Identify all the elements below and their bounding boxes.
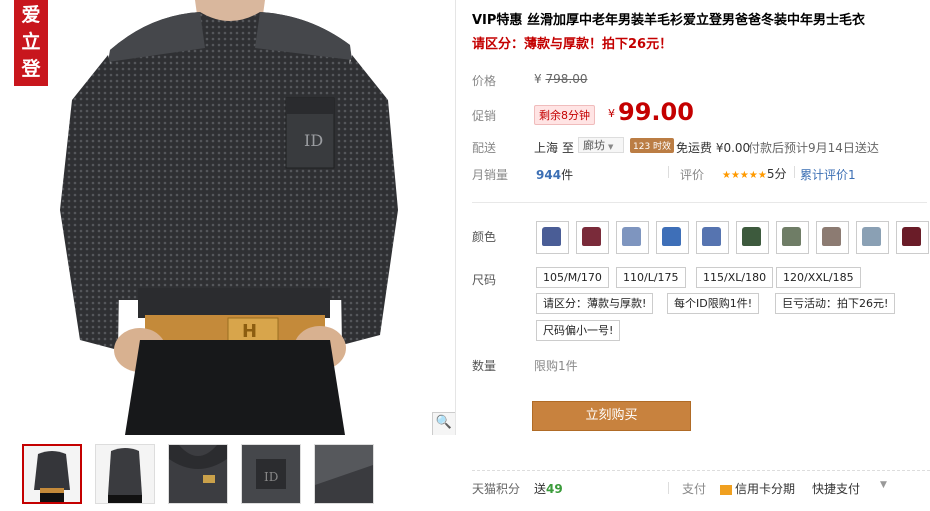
promo-price: 99.00 — [618, 98, 694, 126]
destination-select[interactable]: 廊坊 ▼ — [578, 137, 624, 153]
color-swatch[interactable] — [536, 221, 569, 254]
divider — [794, 166, 795, 178]
zoom-icon[interactable]: 🔍 — [432, 412, 455, 435]
svg-text:ID: ID — [264, 470, 278, 484]
payment-label: 支付 — [682, 482, 707, 496]
shipping-to-word: 至 — [562, 141, 575, 155]
promo-currency: ¥ — [608, 107, 615, 120]
divider — [472, 202, 927, 203]
size-option[interactable]: 请区分：薄款与厚款! — [536, 293, 654, 314]
monthly-sales: 944件 — [536, 166, 573, 183]
size-option[interactable]: 110/L/175 — [616, 267, 686, 288]
color-swatch[interactable] — [896, 221, 929, 254]
color-swatch[interactable] — [816, 221, 849, 254]
credit-card-icon — [720, 484, 732, 495]
sales-count: 944 — [536, 168, 562, 182]
sweater-thumbnail — [822, 227, 841, 246]
thumbnail-image: ID — [242, 445, 300, 503]
color-swatches — [536, 221, 929, 254]
thumbnail-3[interactable] — [168, 444, 228, 504]
countdown-badge: 剩余8分钟 — [534, 105, 595, 125]
buy-now-button[interactable]: 立刻购买 — [532, 401, 691, 431]
thumbnail-4[interactable]: ID — [241, 444, 301, 504]
star-icon: ★★★★★ — [722, 170, 767, 181]
sweater-thumbnail — [782, 227, 801, 246]
shipping-label: 配送 — [472, 141, 497, 155]
thumbnail-2[interactable] — [95, 444, 155, 504]
credit-card-option[interactable]: 信用卡分期 — [720, 480, 795, 497]
chevron-down-icon[interactable]: ▼ — [880, 480, 887, 490]
size-option[interactable]: 巨亏活动：拍下26元! — [775, 293, 896, 314]
thumbnail-1[interactable] — [22, 444, 82, 504]
size-option[interactable]: 105/M/170 — [536, 267, 609, 288]
thumbnail-image — [315, 445, 373, 503]
review-label: 评价 — [680, 168, 705, 182]
size-option[interactable]: 尺码偏小一号! — [536, 320, 621, 341]
sweater-thumbnail — [622, 227, 641, 246]
brand-tag: 爱立登 — [14, 0, 48, 86]
product-subtitle: 请区分：薄款与厚款！拍下26元！ — [472, 37, 673, 52]
credit-card-label: 信用卡分期 — [735, 482, 796, 496]
rating-score: 5分 — [766, 167, 787, 181]
sweater-thumbnail — [542, 227, 561, 246]
thumbnail-image — [96, 445, 154, 503]
original-price: ¥ 798.00 — [534, 72, 587, 86]
rating: ★★★★★5分 — [722, 165, 786, 182]
promo-price-row: 促销 剩余8分钟 ¥ 99.00 — [472, 97, 930, 130]
main-product-image[interactable]: ID H 爱立登 🔍 — [0, 0, 456, 435]
promo-label: 促销 — [472, 109, 497, 123]
thumbnail-image — [24, 446, 80, 502]
product-title: VIP特惠 丝滑加厚中老年男装羊毛衫爱立登男爸爸冬装中年男士毛衣 — [472, 13, 865, 28]
color-swatch[interactable] — [576, 221, 609, 254]
sales-unit: 件 — [561, 168, 574, 182]
thumbnail-5[interactable] — [314, 444, 374, 504]
thumbnail-strip: ID — [22, 444, 374, 504]
sweater-photo: ID H — [60, 0, 398, 435]
sweater-thumbnail — [862, 227, 881, 246]
sweater-thumbnail — [662, 227, 681, 246]
original-price-value: 798.00 — [545, 72, 588, 86]
size-option[interactable]: 每个ID限购1件! — [667, 293, 760, 314]
quick-pay-option[interactable]: 快捷支付 — [812, 480, 860, 497]
color-swatch[interactable] — [656, 221, 689, 254]
original-currency: ¥ — [534, 72, 542, 86]
shipping-from: 上海 — [534, 141, 559, 155]
divider — [668, 482, 669, 494]
sweater-thumbnail — [902, 227, 921, 246]
sweater-thumbnail — [582, 227, 601, 246]
thumbnail-image — [169, 445, 227, 503]
color-swatch[interactable] — [696, 221, 729, 254]
sweater-thumbnail — [742, 227, 761, 246]
points-label: 天猫积分 — [472, 482, 521, 496]
svg-text:ID: ID — [304, 131, 323, 150]
color-swatch[interactable] — [856, 221, 889, 254]
destination-value: 廊坊 — [583, 139, 605, 152]
points: 送49 — [534, 480, 563, 497]
quantity-limit: 限购1件 — [534, 359, 578, 373]
shipping-eta: 付款后预计9月14日送达 — [748, 141, 879, 155]
shipping-fee: 免运费 ¥0.00 — [676, 141, 751, 155]
points-prefix: 送 — [534, 482, 547, 496]
divider — [668, 166, 669, 178]
delivery-time-badge: 123 时效 — [630, 138, 675, 153]
color-swatch[interactable] — [776, 221, 809, 254]
sweater-thumbnail — [702, 227, 721, 246]
color-swatch[interactable] — [736, 221, 769, 254]
payment-bar: 天猫积分 送49 支付 信用卡分期 快捷支付 ▼ — [472, 470, 930, 511]
review-link[interactable]: 累计评价1 — [800, 166, 856, 183]
monthly-sales-label: 月销量 — [472, 168, 509, 182]
color-label: 颜色 — [472, 230, 497, 244]
size-option[interactable]: 115/XL/180 — [696, 267, 774, 288]
size-label: 尺码 — [472, 273, 497, 287]
quantity-label: 数量 — [472, 359, 497, 373]
chevron-down-icon: ▼ — [608, 143, 614, 151]
size-option[interactable]: 120/XXL/185 — [776, 267, 861, 288]
svg-text:H: H — [242, 321, 257, 342]
color-swatch[interactable] — [616, 221, 649, 254]
points-value: 49 — [546, 482, 563, 496]
original-price-label: 价格 — [472, 74, 497, 88]
